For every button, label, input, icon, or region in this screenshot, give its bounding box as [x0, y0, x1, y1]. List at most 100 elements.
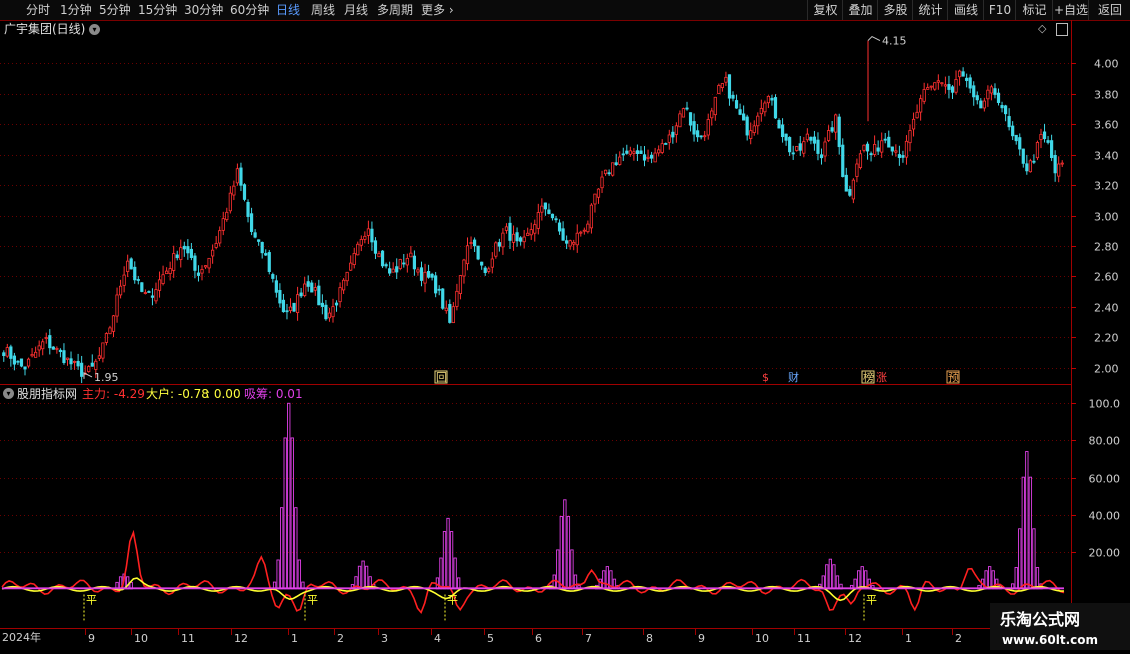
- candle-body: [834, 114, 838, 133]
- candle-body: [1000, 105, 1004, 109]
- candle-body: [1046, 140, 1050, 143]
- absorb-bar: [988, 566, 992, 590]
- candle-body: [480, 261, 484, 266]
- candle-body: [642, 154, 647, 161]
- candle-body: [688, 112, 693, 126]
- absorb-bar: [290, 437, 294, 590]
- absorb-bar: [1035, 567, 1040, 590]
- candle-body: [472, 239, 477, 247]
- event-marker: $: [762, 371, 769, 384]
- indicator-options-icon[interactable]: ▾: [3, 388, 14, 399]
- candle-body: [426, 271, 431, 278]
- candle-body: [444, 307, 448, 312]
- event-marker: 榜: [863, 370, 874, 384]
- month-label: 9: [698, 632, 705, 645]
- svg-text:乐淘公式网: 乐淘公式网: [1000, 610, 1080, 629]
- candle-body: [5, 347, 9, 357]
- candle-body: [41, 341, 45, 350]
- candle-body: [419, 267, 424, 281]
- candle-body: [685, 107, 689, 110]
- candle-body: [922, 89, 926, 102]
- candle-body: [972, 85, 976, 98]
- indicator-tick-label: 80.00: [1089, 435, 1121, 448]
- candle-body: [628, 150, 632, 155]
- candle-body: [317, 285, 321, 306]
- candle-body: [1025, 163, 1029, 172]
- candle-body: [455, 290, 459, 307]
- candle-body: [306, 281, 310, 287]
- candle-body: [1018, 137, 1022, 150]
- candle-body: [246, 201, 250, 217]
- candle-body: [58, 349, 63, 353]
- candle-body: [12, 355, 16, 365]
- absorb-bar: [559, 515, 563, 590]
- candle-body: [547, 209, 551, 214]
- main-force-line: [1, 529, 1065, 615]
- absorb-bar: [1028, 476, 1033, 590]
- candle-body: [749, 130, 753, 139]
- price-tick-label: 2.80: [1094, 241, 1119, 254]
- period-low-label: 1.95: [94, 371, 119, 384]
- candle-body: [476, 245, 480, 260]
- candle-body: [876, 147, 880, 152]
- absorb-bar: [573, 574, 578, 590]
- candle-body: [756, 115, 760, 127]
- candle-body: [511, 233, 516, 243]
- candle-body: [405, 258, 409, 266]
- candle-body: [724, 76, 728, 83]
- candle-body: [154, 289, 158, 302]
- price-tick-label: 3.20: [1094, 180, 1119, 193]
- candle-body: [696, 130, 700, 138]
- candle-body: [97, 355, 101, 359]
- candle-body: [133, 266, 137, 281]
- candle-body: [331, 306, 335, 318]
- candle-body: [993, 88, 997, 95]
- candle-body: [646, 156, 650, 159]
- candle-body: [271, 274, 275, 279]
- candle-body: [87, 366, 91, 372]
- absorb-bar: [563, 499, 567, 590]
- candle-body: [352, 253, 356, 265]
- candle-body: [303, 283, 307, 296]
- candle-body: [448, 303, 452, 323]
- candle-body: [278, 289, 282, 304]
- candle-body: [561, 228, 565, 241]
- candle-body: [618, 156, 622, 165]
- candle-body: [901, 155, 905, 158]
- candle-body: [111, 315, 116, 332]
- price-tick-label: 2.40: [1094, 302, 1119, 315]
- candle-body: [773, 97, 778, 119]
- absorb-bar: [570, 549, 574, 590]
- candle-body: [681, 108, 686, 118]
- absorb-bar: [283, 437, 287, 590]
- absorb-bar: [1025, 451, 1029, 590]
- candle-body: [497, 242, 501, 247]
- ping-annotation: 平: [447, 594, 458, 607]
- candle-body: [1003, 105, 1008, 115]
- extra-value: : 0.00: [206, 387, 241, 401]
- candle-body: [855, 163, 859, 177]
- candle-body: [211, 249, 215, 257]
- candle-body: [883, 138, 887, 141]
- candle-body: [919, 98, 923, 113]
- absorb-bar: [1021, 476, 1025, 590]
- year-label: 2024年: [2, 631, 41, 644]
- absorb-bar: [364, 565, 369, 590]
- candle-body: [1011, 125, 1015, 137]
- month-label: 5: [487, 632, 494, 645]
- candle-body: [830, 127, 834, 132]
- candle-body: [30, 354, 34, 357]
- candle-body: [257, 239, 261, 242]
- candle-body: [55, 347, 59, 350]
- candle-body: [915, 111, 919, 119]
- candle-body: [1039, 134, 1043, 140]
- candle-body: [9, 346, 13, 359]
- month-label: 11: [797, 632, 811, 645]
- candle-body: [324, 304, 328, 320]
- candle-body: [1053, 155, 1057, 174]
- candle-body: [780, 124, 785, 138]
- candlestick-chart[interactable]: 2.00 2.20 2.40 2.60 2.80 3.00 3.20 3.40 3.60 3.80…: [0, 0, 1130, 650]
- candle-body: [565, 240, 569, 244]
- indicator-tick-label: 40.00: [1089, 510, 1121, 523]
- absorb-bar: [1014, 567, 1018, 590]
